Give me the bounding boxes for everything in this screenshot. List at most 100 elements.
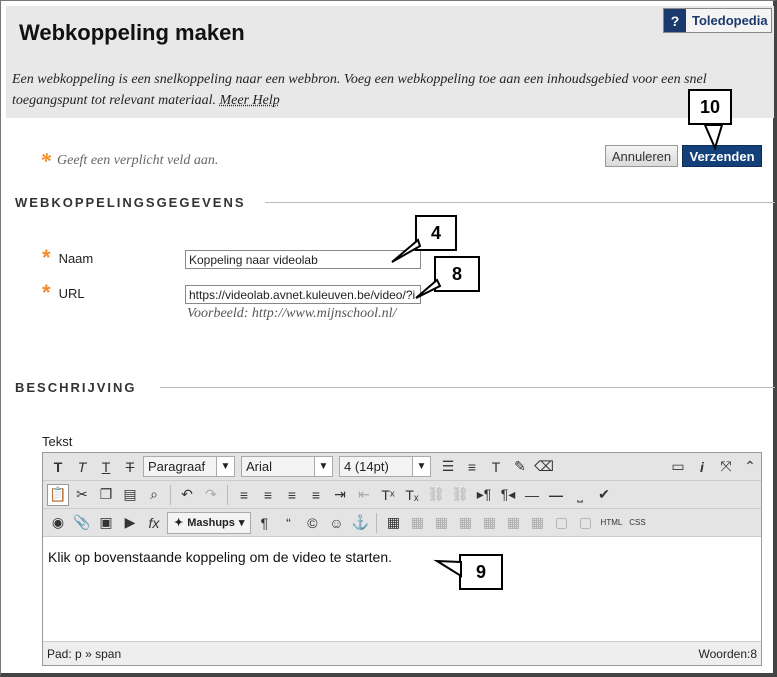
- callout-4: 4: [415, 215, 457, 251]
- justify-icon[interactable]: ≡: [305, 484, 327, 506]
- mashups-button[interactable]: ✦ Mashups ▾: [167, 511, 252, 534]
- paragraph-select[interactable]: Paragraaf ▼: [143, 456, 235, 477]
- unlink-icon[interactable]: ⛓: [449, 484, 471, 506]
- mashups-icon: ✦: [174, 517, 184, 529]
- word-count: Woorden:8: [698, 646, 757, 661]
- media-icon[interactable]: ▶: [119, 512, 141, 534]
- quote-icon[interactable]: “: [277, 512, 299, 534]
- anchor-icon[interactable]: ⚓: [349, 512, 371, 534]
- table-icon[interactable]: ▦: [382, 512, 404, 534]
- editor-toolbar-row-2: 📋 ✂ ❐ ▤ ⌕ ↶ ↷ ≡ ≡ ≡ ≡ ⇥ ⇤ Tˣ Tₓ ⛓ ⛓ ▸¶ ¶…: [43, 481, 761, 509]
- info-icon[interactable]: i: [691, 456, 713, 478]
- thick-rule-icon[interactable]: —: [545, 484, 567, 506]
- section-divider: [265, 202, 775, 203]
- subscript-icon[interactable]: Tₓ: [401, 484, 423, 506]
- copyright-icon[interactable]: ©: [301, 512, 323, 534]
- required-star-icon: *: [40, 148, 51, 173]
- text-color-icon[interactable]: T: [485, 456, 507, 478]
- horizontal-rule-icon[interactable]: —: [521, 484, 543, 506]
- eraser-icon[interactable]: ⌫: [533, 456, 555, 478]
- required-note-text: Geeft een verplicht veld aan.: [57, 153, 219, 168]
- link-icon[interactable]: ⛓: [425, 484, 447, 506]
- indent-icon[interactable]: ⇥: [329, 484, 351, 506]
- image-icon[interactable]: ▣: [95, 512, 117, 534]
- table-cell-icon[interactable]: ▦: [454, 512, 476, 534]
- outdent-icon[interactable]: ⇤: [353, 484, 375, 506]
- numbered-list-icon[interactable]: ≡: [461, 456, 483, 478]
- highlight-icon[interactable]: ✎: [509, 456, 531, 478]
- size-select[interactable]: 4 (14pt) ▼: [339, 456, 431, 477]
- pilcrow-icon[interactable]: ¶: [253, 512, 275, 534]
- preview-icon[interactable]: ▭: [667, 456, 689, 478]
- ltr-icon[interactable]: ▸¶: [473, 484, 495, 506]
- editor-toolbar-row-3: ◉ 📎 ▣ ▶ fx ✦ Mashups ▾ ¶ “ © ☺ ⚓ ▦ ▦ ▦ ▦ ▦…: [43, 509, 761, 537]
- callout-10: 10: [688, 89, 732, 125]
- css-button[interactable]: CSS: [626, 512, 648, 534]
- table-delete-icon[interactable]: ▦: [502, 512, 524, 534]
- rtl-icon[interactable]: ¶◂: [497, 484, 519, 506]
- redo-icon[interactable]: ↷: [200, 484, 222, 506]
- font-select[interactable]: Arial ▼: [241, 456, 333, 477]
- toledopedia-button[interactable]: ? Toledopedia: [663, 8, 772, 33]
- table-split-icon[interactable]: ▦: [526, 512, 548, 534]
- path-p[interactable]: p: [75, 647, 82, 661]
- align-left-icon[interactable]: ≡: [233, 484, 255, 506]
- spellcheck-icon[interactable]: ✔: [593, 484, 615, 506]
- paste-icon[interactable]: 📋: [47, 483, 69, 506]
- table-row-icon[interactable]: ▦: [406, 512, 428, 534]
- emoticon-icon[interactable]: ☺: [325, 512, 347, 534]
- name-label: * Naam: [42, 247, 93, 269]
- html-button[interactable]: HTML: [598, 512, 624, 534]
- attach-icon[interactable]: 📎: [71, 512, 93, 534]
- paragraph-select-value: Paragraaf: [148, 459, 206, 474]
- nonbreaking-space-icon[interactable]: ⎵: [569, 484, 591, 506]
- toolbar-separator: [376, 512, 378, 533]
- align-center-icon[interactable]: ≡: [257, 484, 279, 506]
- required-star-icon: *: [42, 245, 51, 270]
- mashups-label: Mashups: [187, 516, 235, 529]
- align-right-icon[interactable]: ≡: [281, 484, 303, 506]
- underline-icon[interactable]: T: [95, 456, 117, 478]
- collapse-toolbar-icon[interactable]: ⌃: [739, 456, 761, 478]
- superscript-icon[interactable]: Tˣ: [377, 484, 399, 506]
- chevron-down-icon: ▼: [314, 457, 332, 476]
- table-merge-icon[interactable]: ▢: [550, 512, 572, 534]
- section-title-link-details: WEBKOPPELINGSGEGEVENS: [15, 195, 246, 210]
- italic-icon[interactable]: T: [71, 456, 93, 478]
- strikethrough-icon[interactable]: T: [119, 456, 141, 478]
- cancel-button[interactable]: Annuleren: [605, 145, 678, 167]
- cut-icon[interactable]: ✂: [71, 484, 93, 506]
- find-icon[interactable]: ⌕: [143, 484, 165, 506]
- page-intro: Een webkoppeling is een snelkoppeling na…: [12, 69, 770, 111]
- url-label: * URL: [42, 282, 85, 304]
- path-span[interactable]: span: [95, 647, 121, 661]
- toledopedia-label: Toledopedia: [692, 13, 768, 28]
- toolbar-separator: [170, 484, 171, 505]
- editor-statusbar: Pad: p » span Woorden:8: [43, 641, 761, 665]
- more-help-link[interactable]: Meer Help: [220, 93, 280, 108]
- url-input[interactable]: https://videolab.avnet.kuleuven.be/video…: [185, 285, 421, 304]
- intro-text: Een webkoppeling is een snelkoppeling na…: [12, 72, 707, 108]
- bold-icon[interactable]: T: [47, 456, 69, 478]
- undo-icon[interactable]: ↶: [176, 484, 198, 506]
- name-input[interactable]: Koppeling naar videolab: [185, 250, 421, 269]
- bullet-list-icon[interactable]: ☰: [437, 456, 459, 478]
- table-props-icon[interactable]: ▢: [574, 512, 596, 534]
- required-note: * Geeft een verplicht veld aan.: [40, 150, 218, 172]
- table-col-icon[interactable]: ▦: [430, 512, 452, 534]
- table-insert-icon[interactable]: ▦: [478, 512, 500, 534]
- size-select-value: 4 (14pt): [344, 459, 389, 474]
- paste-text-icon[interactable]: ▤: [119, 484, 141, 506]
- help-icon: ?: [664, 9, 686, 32]
- path-separator: »: [85, 646, 92, 661]
- copy-icon[interactable]: ❐: [95, 484, 117, 506]
- math-icon[interactable]: fx: [143, 512, 165, 534]
- editor-content[interactable]: Klik op bovenstaande koppeling om de vid…: [48, 549, 392, 565]
- name-label-text: Naam: [58, 250, 94, 266]
- chevron-down-icon: ▼: [216, 457, 234, 476]
- element-path: Pad: p » span: [47, 647, 121, 661]
- record-icon[interactable]: ◉: [47, 512, 69, 534]
- submit-button[interactable]: Verzenden: [682, 145, 762, 167]
- font-select-value: Arial: [246, 459, 273, 474]
- fullscreen-icon[interactable]: ⤧: [715, 456, 737, 478]
